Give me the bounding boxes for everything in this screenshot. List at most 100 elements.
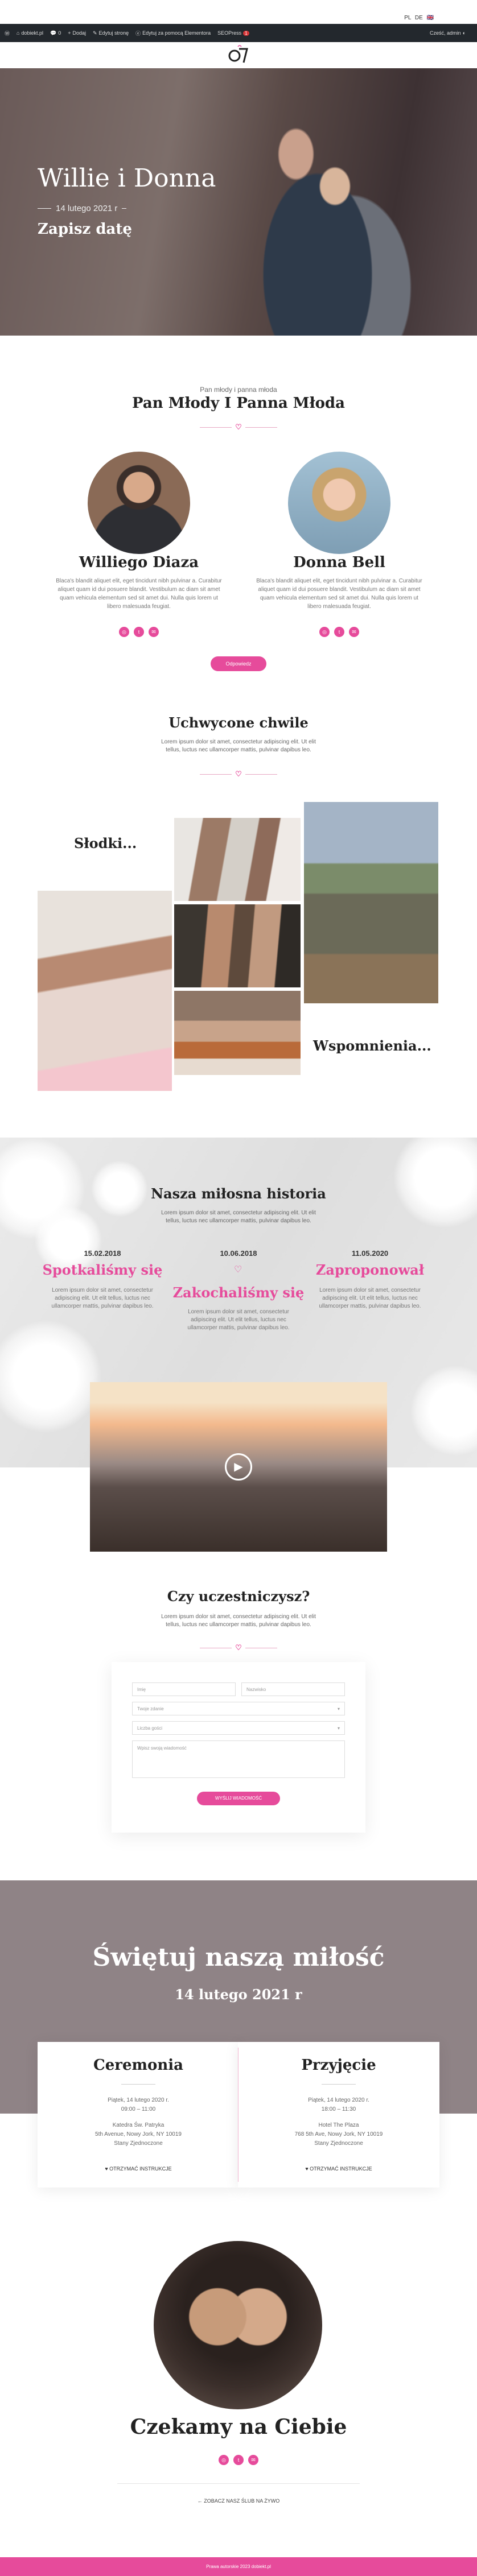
story-text-1: Lorem ipsum dolor sit amet, consectetur … bbox=[51, 1287, 154, 1309]
reception-time: 18:00 – 11:30 bbox=[321, 2106, 356, 2112]
reception-card: Przyjęcie Piątek, 14 lutego 2020 r. 18:0… bbox=[238, 2042, 439, 2188]
divider: ♡ bbox=[199, 1643, 278, 1652]
heart-icon: ♡ bbox=[234, 1265, 242, 1275]
wp-edit-page[interactable]: ✎ Edytuj stronę bbox=[93, 30, 129, 36]
lang-gb-flag-icon[interactable]: 🇬🇧 bbox=[427, 15, 434, 21]
reception-when: Piątek, 14 lutego 2020 r. bbox=[308, 2097, 369, 2103]
story-title-2: Zakochaliśmy się bbox=[172, 1284, 305, 1301]
story-date-2: 10.06.2018 bbox=[220, 1249, 257, 1258]
wp-account[interactable]: Cześć, admin ◐ bbox=[430, 30, 466, 36]
reception-country: Stany Zjednoczone bbox=[314, 2140, 363, 2147]
flower-decoration bbox=[410, 1365, 477, 1456]
divider bbox=[322, 2084, 356, 2085]
gallery-photo-5[interactable] bbox=[304, 802, 438, 1003]
twitter-icon[interactable]: t bbox=[334, 627, 344, 637]
dribbble-icon[interactable]: ◎ bbox=[119, 627, 129, 637]
rsvp-title: Czy uczestniczysz? bbox=[167, 1588, 310, 1605]
heart-icon: ♥ bbox=[105, 2166, 108, 2172]
chevron-down-icon: ▾ bbox=[337, 1725, 340, 1731]
live-stream-link[interactable]: ← ZOBACZ NASZ ŚLUB NA ŻYWO bbox=[0, 2498, 477, 2504]
couple-portrait bbox=[154, 2241, 322, 2409]
wp-logo-icon[interactable]: Ⓦ bbox=[5, 30, 10, 37]
email-icon[interactable]: ✉ bbox=[149, 627, 159, 637]
dribbble-icon[interactable]: ◎ bbox=[219, 2455, 229, 2465]
sweet-label: Słodki... bbox=[74, 835, 137, 851]
heart-icon: ♡ bbox=[235, 770, 242, 778]
story-text: Lorem ipsum dolor sit amet, consectetur … bbox=[161, 1210, 316, 1224]
divider bbox=[117, 2483, 360, 2484]
heart-icon: ♥ bbox=[305, 2166, 309, 2172]
chevron-down-icon: ▾ bbox=[337, 1706, 340, 1711]
language-switcher: PL DE 🇬🇧 bbox=[0, 0, 477, 24]
celebrate-date: 14 lutego 2021 r bbox=[175, 1986, 302, 2003]
hero-title: Willie i Donna bbox=[38, 164, 216, 193]
rsvp-button[interactable]: Odpowiedz bbox=[211, 656, 266, 671]
ceremony-directions-link[interactable]: ♥ OTRZYMAĆ INSTRUKCJE bbox=[38, 2166, 239, 2172]
reception-place: Hotel The Plaza bbox=[318, 2122, 359, 2128]
gallery-photo-4[interactable] bbox=[174, 991, 301, 1075]
site-footer: Prawa autorskie 2023 dobiekt.pl bbox=[0, 2557, 477, 2576]
story-title-3: Zaproponował bbox=[315, 1262, 425, 1278]
ceremony-time: 09:00 – 11:00 bbox=[121, 2106, 156, 2112]
message-textarea[interactable]: Wpisz swoją wiadomość bbox=[132, 1740, 345, 1778]
twitter-icon[interactable]: t bbox=[134, 627, 144, 637]
wp-seopress[interactable]: SEOPress 1 bbox=[217, 30, 249, 36]
hero-save-date: Zapisz datę bbox=[38, 221, 132, 238]
hero-couple-image bbox=[209, 74, 426, 336]
hero-banner bbox=[0, 68, 477, 336]
email-icon[interactable]: ✉ bbox=[349, 627, 359, 637]
divider bbox=[121, 2084, 155, 2085]
flower-decoration bbox=[393, 1138, 477, 1229]
divider: ♡ bbox=[199, 770, 278, 778]
story-text-2: Lorem ipsum dolor sit amet, consectetur … bbox=[187, 1309, 290, 1331]
story-title-1: Spotkaliśmy się bbox=[42, 1262, 163, 1278]
story-title: Nasza miłosna historia bbox=[151, 1185, 326, 1202]
attendance-select[interactable]: Twoje zdanie ▾ bbox=[132, 1702, 345, 1715]
reception-address: 768 5th Ave, Nowy Jork, NY 10019 bbox=[294, 2131, 383, 2137]
heart-icon: ♡ bbox=[235, 423, 242, 431]
ceremony-country: Stany Zjednoczone bbox=[114, 2140, 163, 2147]
wp-elementor[interactable]: ⓔ Edytuj za pomocą Elementora bbox=[135, 30, 211, 37]
heart-icon: ♡ bbox=[235, 1643, 242, 1652]
name-input[interactable]: Imię bbox=[132, 1682, 236, 1696]
ceremony-card: Ceremonia Piątek, 14 lutego 2020 r. 09:0… bbox=[38, 2042, 239, 2188]
groom-description: Blaca's blandit aliquet elit, eget tinci… bbox=[56, 578, 222, 610]
wp-comments[interactable]: 💬 0 bbox=[50, 30, 61, 36]
couple-title: Pan Młody I Panna Młoda bbox=[132, 395, 345, 412]
email-icon[interactable]: ✉ bbox=[248, 2455, 258, 2465]
ceremony-when: Piątek, 14 lutego 2020 r. bbox=[108, 2097, 169, 2103]
submit-button[interactable]: WYŚLIJ WIADOMOŚĆ bbox=[197, 1792, 280, 1805]
gallery-photo-1[interactable] bbox=[38, 891, 172, 1091]
gallery-photo-3[interactable] bbox=[174, 904, 301, 987]
site-logo[interactable] bbox=[227, 43, 250, 66]
lang-de[interactable]: DE bbox=[415, 15, 423, 21]
divider: ♡ bbox=[199, 423, 278, 431]
story-text-3: Lorem ipsum dolor sit amet, consectetur … bbox=[319, 1287, 421, 1309]
moments-text: Lorem ipsum dolor sit amet, consectetur … bbox=[161, 739, 316, 753]
wp-site-name[interactable]: ⌂ dobiekt.pl bbox=[17, 30, 43, 36]
guests-select[interactable]: Liczba gości ▾ bbox=[132, 1721, 345, 1735]
groom-name: Williego Diaza bbox=[79, 554, 199, 571]
bride-socials: ◎ t ✉ bbox=[288, 627, 390, 637]
bride-photo bbox=[288, 452, 390, 554]
ceremony-address: 5th Avenue, Nowy Jork, NY 10019 bbox=[95, 2131, 182, 2137]
bride-description: Blaca's blandit aliquet elit, eget tinci… bbox=[256, 578, 422, 610]
groom-photo bbox=[88, 452, 190, 554]
flower-decoration bbox=[0, 1320, 102, 1433]
moments-title: Uchwycone chwile bbox=[168, 714, 309, 731]
lang-pl[interactable]: PL bbox=[404, 15, 411, 21]
dribbble-icon[interactable]: ◎ bbox=[319, 627, 330, 637]
wp-new[interactable]: + Dodaj bbox=[68, 30, 86, 36]
gallery-photo-2[interactable] bbox=[174, 818, 301, 901]
seopress-badge: 1 bbox=[243, 30, 249, 36]
play-icon[interactable]: ▶ bbox=[225, 1453, 252, 1481]
bride-name: Donna Bell bbox=[293, 554, 385, 571]
avatar-icon: ◐ bbox=[462, 30, 466, 36]
twitter-icon[interactable]: t bbox=[233, 2455, 244, 2465]
ceremony-title: Ceremonia bbox=[93, 2057, 183, 2074]
couple-eyebrow: Pan młody i panna młoda bbox=[200, 386, 277, 394]
reception-directions-link[interactable]: ♥ OTRZYMAĆ INSTRUKCJE bbox=[238, 2166, 439, 2172]
celebrate-title: Świętuj naszą miłość bbox=[92, 1943, 385, 1972]
ceremony-place: Katedra Św. Patryka bbox=[112, 2122, 165, 2128]
surname-input[interactable]: Nazwisko bbox=[241, 1682, 345, 1696]
